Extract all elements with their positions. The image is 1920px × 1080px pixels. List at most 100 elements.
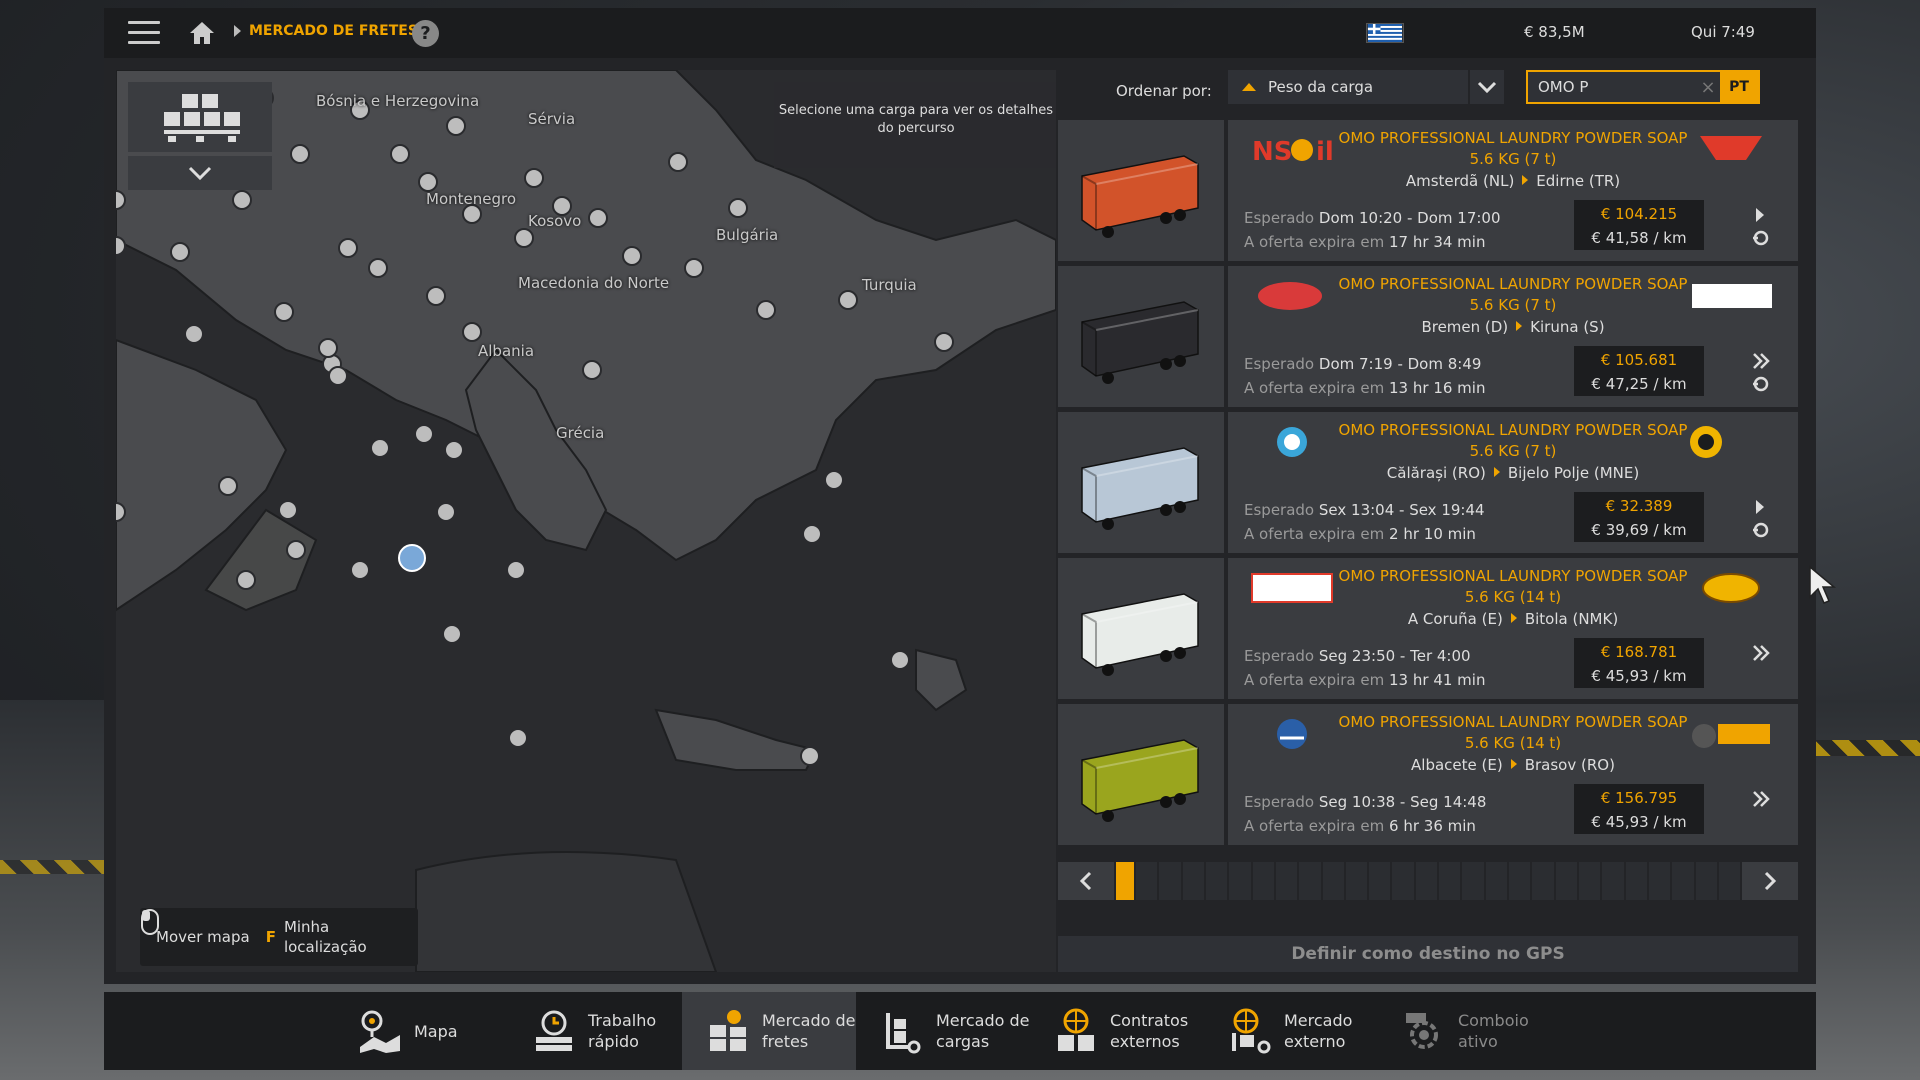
offer-actions-icon[interactable] <box>1750 352 1772 398</box>
destination-company-logo <box>1686 130 1776 170</box>
offer-details: OMO PROFESSIONAL LAUNDRY POWDER SOAP 5.6… <box>1228 704 1798 845</box>
offer-actions-icon[interactable] <box>1750 644 1772 690</box>
svg-text:il: il <box>1316 137 1334 167</box>
route-destination: Bijelo Polje (MNE) <box>1507 464 1640 482</box>
page-indicator[interactable] <box>1205 862 1228 900</box>
tab-cargo-market[interactable]: Mercado de cargas <box>856 992 1030 1070</box>
company-logo-mark <box>1251 573 1333 603</box>
trailer-thumbnail <box>1058 266 1224 407</box>
page-indicator[interactable] <box>1182 862 1204 900</box>
expand-filter-button[interactable] <box>128 156 272 190</box>
trailer-image <box>1081 155 1199 238</box>
tab-freight-market[interactable]: Mercado de fretes <box>682 992 856 1070</box>
help-button[interactable]: ? <box>412 20 439 47</box>
cargo-name: OMO PROFESSIONAL LAUNDRY POWDER SOAP 5.6… <box>1338 567 1688 606</box>
cargo-filter-button[interactable] <box>128 82 272 152</box>
offer-actions-icon[interactable] <box>1750 790 1772 836</box>
previous-page-button[interactable] <box>1058 862 1114 900</box>
page-indicator[interactable] <box>1695 862 1717 900</box>
expected-label: Esperado <box>1244 209 1315 227</box>
tab-active-convoy[interactable]: Comboio ativo <box>1378 992 1552 1070</box>
svg-text:NS: NS <box>1252 137 1293 167</box>
offer-details: OMO PROFESSIONAL LAUNDRY POWDER SOAP 5.6… <box>1228 266 1798 407</box>
page-indicator[interactable] <box>1555 862 1577 900</box>
tab-map[interactable]: Mapa <box>334 992 508 1070</box>
price-per-km: € 45,93 / km <box>1591 667 1687 685</box>
map-label: Montenegro <box>426 190 517 208</box>
offer-card[interactable]: OMO PROFESSIONAL LAUNDRY POWDER SOAP 5.6… <box>1058 266 1798 407</box>
schedule: Esperado Seg 23:50 - Ter 4:00 A oferta e… <box>1244 644 1485 692</box>
offer-actions-icon[interactable] <box>1750 498 1772 544</box>
home-icon[interactable] <box>188 20 216 46</box>
page-indicator[interactable] <box>1299 862 1321 900</box>
offer-card[interactable]: NS il OMO PROFESSIONAL LAUNDRY POWDER SOA… <box>1058 120 1798 261</box>
page-indicator[interactable] <box>1415 862 1438 900</box>
player-position-marker <box>398 544 426 572</box>
page-indicator[interactable] <box>1159 862 1181 900</box>
route-map[interactable]: Bósnia e Herzegovina Sérvia Montenegro K… <box>116 70 1056 972</box>
sort-dropdown-toggle[interactable] <box>1470 70 1504 104</box>
cargo-boxes-icon <box>164 94 240 142</box>
expires-label: A oferta expira em <box>1244 817 1385 835</box>
page-indicator[interactable] <box>1275 862 1298 900</box>
tab-quick-job[interactable]: Trabalho rápido <box>508 992 682 1070</box>
page-indicator[interactable] <box>1578 862 1601 900</box>
route-origin: Călărași (RO) <box>1386 464 1486 482</box>
page-indicator[interactable] <box>1648 862 1671 900</box>
offer-card[interactable]: OMO PROFESSIONAL LAUNDRY POWDER SOAP 5.6… <box>1058 558 1798 699</box>
offer-card[interactable]: OMO PROFESSIONAL LAUNDRY POWDER SOAP 5.6… <box>1058 412 1798 553</box>
breadcrumb: MERCADO DE FRETES <box>234 23 418 39</box>
page-indicator[interactable] <box>1439 862 1461 900</box>
mouse-pointer-icon <box>1809 565 1837 604</box>
stopwatch-icon <box>536 1010 572 1051</box>
page-indicator[interactable] <box>1229 862 1251 900</box>
trailer-image <box>1081 301 1199 384</box>
set-gps-destination-button[interactable]: Definir como destino no GPS <box>1058 936 1798 972</box>
offer-card[interactable]: OMO PROFESSIONAL LAUNDRY POWDER SOAP 5.6… <box>1058 704 1798 845</box>
offer-price: € 156.795 € 45,93 / km <box>1574 784 1704 834</box>
my-location-hint[interactable]: F Minha localização <box>266 917 380 957</box>
route-origin: A Coruña (E) <box>1407 610 1503 628</box>
sort-dropdown[interactable]: Peso da carga <box>1228 70 1468 104</box>
page-indicator[interactable] <box>1718 862 1741 900</box>
page-indicator[interactable] <box>1672 862 1694 900</box>
route-arrow-icon <box>1493 467 1500 477</box>
page-indicator[interactable] <box>1462 862 1484 900</box>
page-indicator[interactable] <box>1136 862 1158 900</box>
tab-external-market[interactable]: Mercado externo <box>1204 992 1378 1070</box>
page-indicator-active[interactable] <box>1116 862 1134 900</box>
page-indicator[interactable] <box>1532 862 1554 900</box>
hamburger-menu-icon[interactable] <box>128 21 160 45</box>
move-map-hint: Mover mapa <box>141 909 250 946</box>
delivery-window: Sex 13:04 - Sex 19:44 <box>1318 501 1485 519</box>
tab-label-line2: cargas <box>936 1032 990 1051</box>
map-label: Macedonia do Norte <box>518 274 670 292</box>
price-per-km: € 47,25 / km <box>1591 375 1687 393</box>
page-indicator[interactable] <box>1602 862 1624 900</box>
next-page-button[interactable] <box>1742 862 1798 900</box>
tab-label: Contratos <box>1110 1011 1189 1030</box>
trailer-thumbnail <box>1058 412 1224 553</box>
offer-actions-icon[interactable] <box>1750 206 1772 252</box>
page-indicator[interactable] <box>1392 862 1414 900</box>
route-arrow-icon <box>1510 759 1517 769</box>
page-indicator[interactable] <box>1345 862 1368 900</box>
tab-external-contracts[interactable]: Contratos externos <box>1030 992 1204 1070</box>
page-indicator[interactable] <box>1322 862 1344 900</box>
language-button[interactable]: PT <box>1720 72 1758 102</box>
page-indicator[interactable] <box>1252 862 1274 900</box>
page-indicator[interactable] <box>1369 862 1391 900</box>
schedule: Esperado Dom 7:19 - Dom 8:49 A oferta ex… <box>1244 352 1485 400</box>
expected-label: Esperado <box>1244 501 1315 519</box>
cargo-search-input[interactable] <box>1528 78 1696 96</box>
expires-label: A oferta expira em <box>1244 379 1385 397</box>
map-label: Sérvia <box>528 110 576 128</box>
route: A Coruña (E) Bitola (NMK) <box>1338 610 1688 628</box>
background-hazard-stripe-left <box>0 860 110 874</box>
clear-search-icon[interactable]: × <box>1696 77 1720 98</box>
page-indicator[interactable] <box>1485 862 1507 900</box>
page-indicator[interactable] <box>1625 862 1647 900</box>
tab-label: Comboio <box>1458 1011 1529 1030</box>
my-location-label: Minha localização <box>283 918 367 956</box>
page-indicator[interactable] <box>1509 862 1531 900</box>
